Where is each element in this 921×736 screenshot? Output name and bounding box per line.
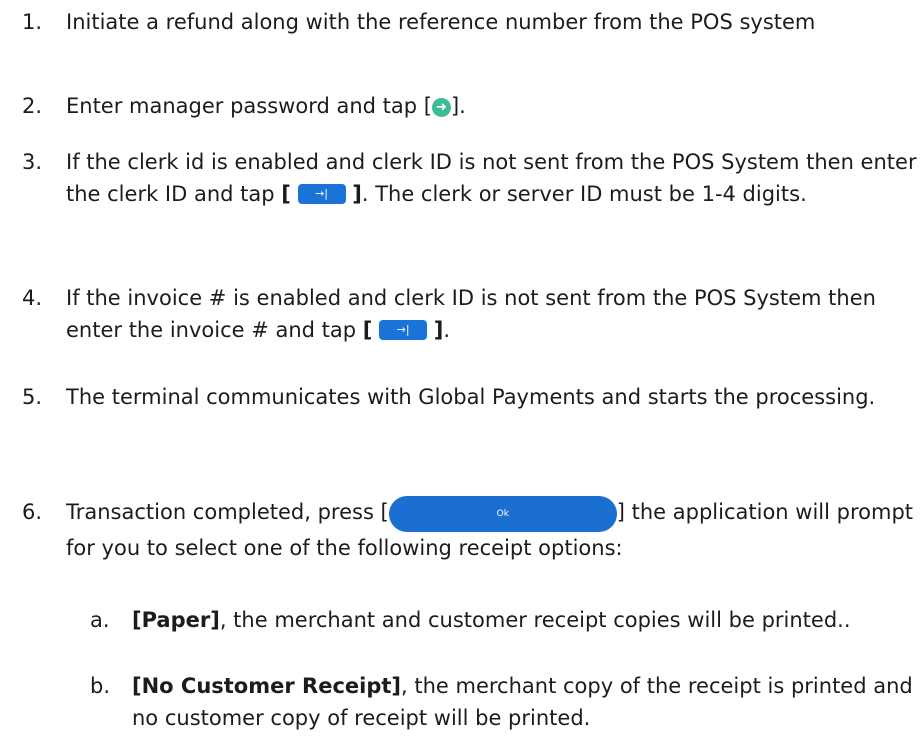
tab-key-icon: →| [297, 184, 346, 204]
substep-text: [Paper], the merchant and customer recei… [132, 604, 918, 636]
step-text: Enter manager password and tap [➜]. [66, 90, 918, 122]
step-text: If the clerk id is enabled and clerk ID … [66, 146, 918, 210]
substep-text: [No Customer Receipt], the merchant copy… [132, 670, 918, 734]
step-text: Initiate a refund along with the referen… [66, 10, 816, 34]
step-text: The terminal communicates with Global Pa… [66, 385, 876, 409]
step-text-part: Enter manager password and tap [ [66, 94, 432, 118]
step-text-part: . The clerk or server ID must be 1-4 dig… [361, 182, 807, 206]
bracket-open: [ [281, 182, 291, 206]
step-number: 4. [22, 286, 43, 310]
step-number: 1. [22, 10, 43, 34]
option-label: [Paper] [132, 608, 220, 632]
substep-text-part: , the merchant and customer receipt copi… [219, 608, 851, 632]
step-number: 5. [22, 385, 43, 409]
step-text-part: ]. [450, 94, 466, 118]
bracket-open: [ [362, 318, 373, 342]
step-number: 2. [22, 94, 43, 118]
tab-key-icon: →| [379, 320, 428, 340]
ok-button: Ok [388, 496, 617, 532]
step-text: Transaction completed, press [Ok] the ap… [66, 496, 918, 564]
option-label: [No Customer Receipt] [132, 674, 402, 698]
step-text-part: If the invoice # is enabled and clerk ID… [66, 286, 876, 342]
bracket-close: ] [433, 318, 444, 342]
step-number: 3. [22, 150, 43, 174]
step-text: If the invoice # is enabled and clerk ID… [66, 282, 918, 346]
step-text-part: Transaction completed, press [ [66, 500, 389, 524]
bracket-close: ] [352, 182, 362, 206]
arrow-right-circle-icon: ➜ [431, 98, 451, 117]
step-number: 6. [22, 500, 43, 524]
step-text-part: . [443, 318, 451, 342]
substep-letter: a. [90, 608, 110, 632]
substep-letter: b. [90, 674, 111, 698]
